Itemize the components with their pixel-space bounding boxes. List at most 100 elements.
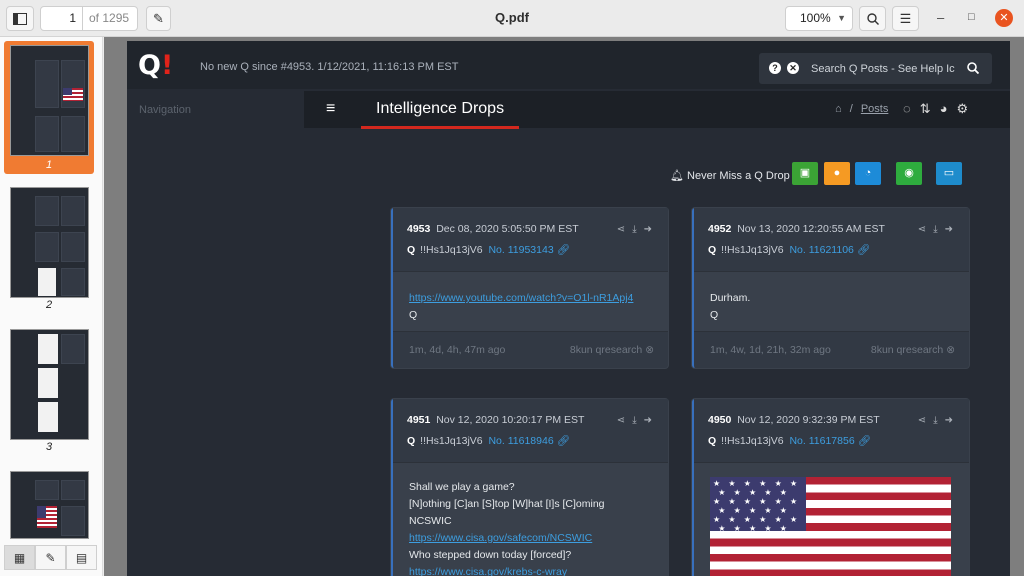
share-icon[interactable]: ⋖ (617, 415, 625, 426)
search-input[interactable] (811, 60, 957, 77)
link-icon: 🔗︎ (556, 435, 570, 447)
post-date: Dec 08, 2020 5:05:50 PM EST (436, 223, 579, 235)
sidebar-toolbar: ▦ ✎ ▤ (4, 545, 97, 570)
status-notice: No new Q since #4953. 1/12/2021, 11:16:1… (200, 61, 459, 73)
post-ref-link[interactable]: No. 11617856 🔗︎ (789, 435, 870, 447)
post-number[interactable]: 4952 (708, 223, 731, 235)
post-number[interactable]: 4951 (407, 414, 430, 426)
breadcrumb: ⌂ / Posts (835, 103, 889, 115)
minimize-button[interactable]: – (937, 10, 944, 25)
close-button[interactable]: ✕ (995, 9, 1013, 27)
annotations-view-button[interactable]: ✎ (35, 545, 66, 570)
bell-icon: 🔔︎ (670, 170, 684, 182)
post-tripcode: !!Hs1Jq13jV6 (721, 244, 784, 256)
open-icon[interactable]: ➜ (644, 224, 652, 235)
sort-icon[interactable]: ⇅ (920, 101, 931, 117)
us-flag-image[interactable]: ★ ★ ★ ★ ★ ★ ★ ★ ★ ★ ★ ★ ★ ★ ★ ★ ★ ★ ★ ★ … (710, 477, 951, 576)
thumbnails-view-button[interactable]: ▦ (4, 545, 35, 570)
post-tripcode: !!Hs1Jq13jV6 (420, 435, 483, 447)
bookmarks-icon: ▤ (75, 550, 88, 565)
palette-icon[interactable]: ◕ (940, 101, 948, 117)
home-icon[interactable]: ⌂ (835, 103, 842, 115)
document-canvas[interactable]: Q! No new Q since #4953. 1/12/2021, 11:1… (104, 37, 1024, 576)
settings-gears-icon[interactable]: ⚙ (957, 101, 969, 117)
breadcrumb-posts-link[interactable]: Posts (861, 103, 889, 115)
open-icon[interactable]: ➜ (945, 224, 953, 235)
bookmarks-view-button[interactable]: ▤ (66, 545, 97, 570)
post-link[interactable]: https://www.youtube.com/watch?v=O1l-nR1A… (409, 292, 633, 304)
android-icon: ▣ (799, 167, 811, 179)
navigation-label: Navigation (139, 104, 191, 116)
apple-subscribe-button[interactable]: ● (824, 162, 850, 185)
rss-subscribe-button[interactable]: ◔ (855, 162, 881, 185)
maximize-button[interactable]: □ (968, 11, 975, 23)
post-author: Q (407, 244, 416, 256)
active-tab-indicator (361, 126, 519, 129)
search-button[interactable] (859, 6, 886, 31)
thumbnail-sidebar: 1 2 3 ▦ ✎ ▤ (0, 37, 103, 576)
gab-subscribe-button[interactable]: ◉ (896, 162, 922, 185)
post-ref-link[interactable]: No. 11618946 🔗︎ (488, 435, 569, 447)
close-circle-icon[interactable]: ⊗ (946, 344, 955, 356)
open-icon[interactable]: ➜ (644, 415, 652, 426)
thumbnail-page-2[interactable]: 2 (4, 183, 94, 313)
post-number[interactable]: 4950 (708, 414, 731, 426)
thumbnails-icon: ▦ (13, 550, 26, 565)
loading-spinner-icon: ◌ (903, 101, 911, 116)
android-subscribe-button[interactable]: ▣ (792, 162, 818, 185)
link-icon: 🔗︎ (856, 244, 871, 256)
share-icon[interactable]: ⋖ (918, 224, 926, 235)
thumbnail-label: 3 (45, 441, 53, 453)
hamburger-menu-icon: ☰ (899, 10, 912, 26)
download-icon[interactable]: ⤓ (933, 415, 937, 426)
post-link[interactable]: https://www.cisa.gov/krebs-c-wray (409, 566, 567, 576)
thumbnail-page-1[interactable]: 1 (4, 41, 94, 174)
download-icon[interactable]: ⤓ (632, 224, 636, 235)
link-icon: 🔗︎ (857, 435, 871, 447)
hamburger-menu-icon[interactable]: ≡ (326, 100, 335, 118)
pdf-page: Q! No new Q since #4953. 1/12/2021, 11:1… (127, 41, 1010, 576)
zoom-select[interactable]: 100% ▼ (785, 6, 853, 31)
post-source: 8kun qresearch (569, 344, 643, 356)
never-miss-notice: 🔔︎ Never Miss a Q Drop (670, 170, 790, 182)
post-age: 1m, 4w, 1d, 21h, 32m ago (710, 344, 831, 356)
clear-icon[interactable]: ✕ (787, 62, 799, 74)
post-ref-link[interactable]: No. 11621106 🔗︎ (789, 244, 870, 256)
post-card: 4950 Nov 12, 2020 9:32:39 PM EST Q !!Hs1J… (692, 399, 969, 576)
share-icon[interactable]: ⋖ (617, 224, 625, 235)
post-number[interactable]: 4953 (407, 223, 430, 235)
post-text: NCSWIC (409, 515, 452, 527)
chevron-down-icon: ▼ (837, 13, 846, 23)
post-ref-link[interactable]: No. 11953143 🔗︎ (488, 244, 569, 256)
post-text: Shall we play a game? (409, 481, 515, 493)
download-icon[interactable]: ⤓ (933, 224, 937, 235)
post-source: 8kun qresearch (870, 344, 944, 356)
thumbnail-page-3[interactable]: 3 (4, 325, 94, 455)
post-author: Q (708, 435, 717, 447)
annotations-icon: ✎ (45, 550, 56, 565)
share-icon[interactable]: ⋖ (918, 415, 926, 426)
post-date: Nov 12, 2020 10:20:17 PM EST (436, 414, 585, 426)
menu-button[interactable]: ☰ (892, 6, 919, 31)
post-author: Q (407, 435, 416, 447)
post-author: Q (708, 244, 717, 256)
q-logo: Q! (138, 50, 174, 81)
minds-icon: ▭ (943, 167, 955, 179)
help-icon[interactable]: ? (769, 62, 781, 74)
rss-icon: ◔ (864, 167, 872, 179)
close-circle-icon[interactable]: ⊗ (645, 344, 654, 356)
nav-tools: ◌ ⇅ ◕ ⚙ (903, 101, 968, 117)
thumbnail-page-4[interactable] (4, 467, 94, 547)
link-icon: 🔗︎ (556, 244, 570, 256)
post-link[interactable]: https://www.cisa.gov/safecom/NCSWIC (409, 532, 592, 544)
download-icon[interactable]: ⤓ (632, 415, 636, 426)
search-icon (866, 12, 879, 25)
post-card: 4953 Dec 08, 2020 5:05:50 PM EST Q !!Hs1J… (391, 208, 668, 368)
section-title[interactable]: Intelligence Drops (376, 100, 504, 118)
post-tripcode: !!Hs1Jq13jV6 (721, 435, 784, 447)
gab-icon: ◉ (904, 167, 914, 179)
open-icon[interactable]: ➜ (945, 415, 953, 426)
minds-subscribe-button[interactable]: ▭ (936, 162, 962, 185)
post-text: Durham. (710, 292, 751, 304)
search-button[interactable] (962, 59, 984, 78)
